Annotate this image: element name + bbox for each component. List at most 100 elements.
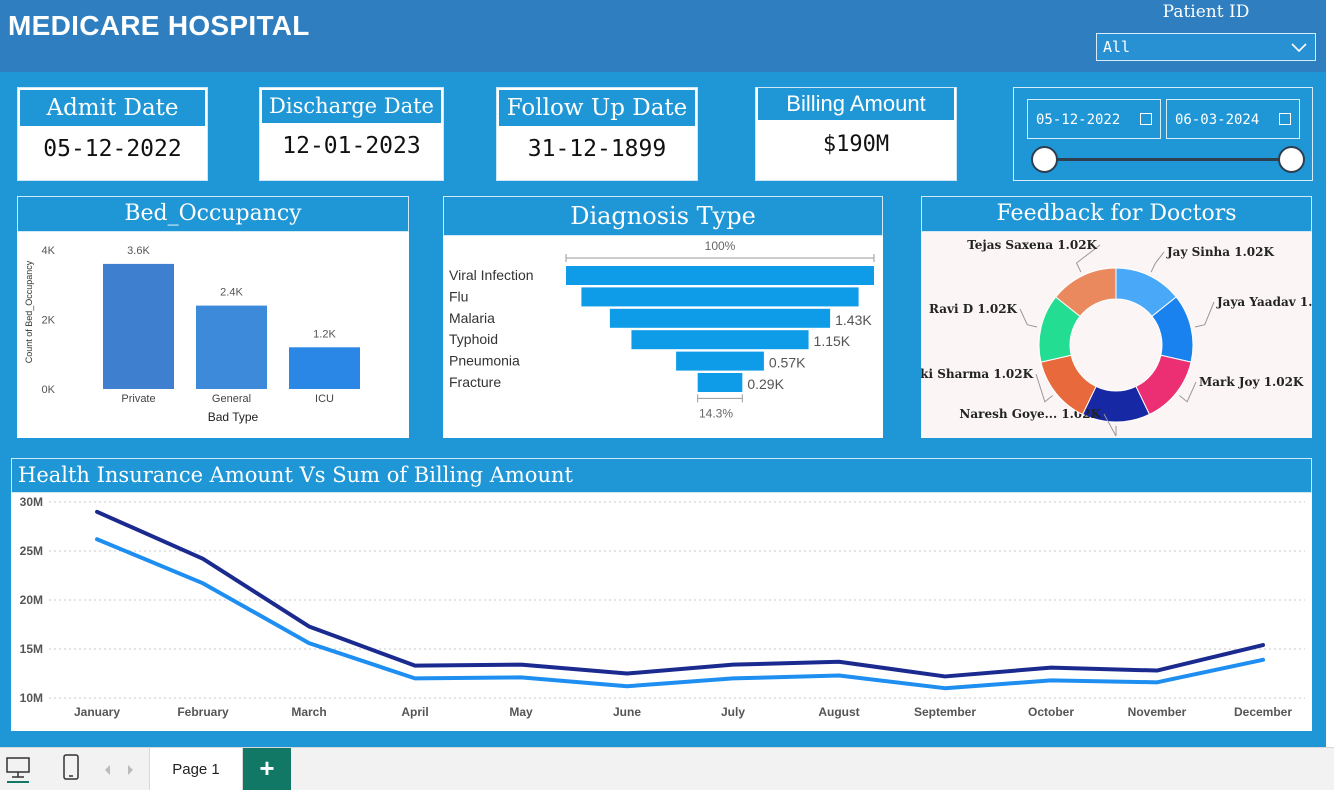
date-slider-start-handle[interactable] (1031, 146, 1058, 173)
x-tick-label: Private (121, 393, 155, 405)
funnel-bar (697, 373, 743, 392)
donut-slice-label: Jay Sinha 1.02K (1166, 245, 1274, 259)
bed-occupancy-panel: Bed_Occupancy 0K 2K 4K Count of Bed_Occupan… (17, 196, 409, 438)
add-page-button[interactable]: + (243, 748, 291, 790)
diagnosis-type-panel: Diagnosis Type 100% Viral Infection Flu Mal… (443, 196, 883, 438)
x-tick-label: January (74, 705, 120, 719)
admit-date-value: 05-12-2022 (43, 136, 182, 162)
previous-page-icon[interactable] (102, 760, 114, 780)
billing-trend-title: Health Insurance Amount Vs Sum of Billin… (11, 458, 1312, 493)
calendar-icon[interactable] (1279, 113, 1291, 125)
start-date-input[interactable]: 05-12-2022 (1027, 99, 1161, 139)
y-tick-label: 30M (20, 495, 43, 509)
y-tick-label: 0K (42, 384, 56, 396)
data-label: 2.4K (220, 287, 243, 299)
donut-slice-label: Ravi D 1.02K (929, 302, 1018, 316)
funnel-data-label: 1.15K (814, 333, 851, 349)
x-tick-label: August (818, 705, 859, 719)
x-tick-label: October (1028, 705, 1074, 719)
follow-up-date-label: Follow Up Date (499, 90, 695, 126)
start-date-value: 05-12-2022 (1036, 112, 1121, 128)
feedback-panel: Feedback for Doctors Jay Sinha 1.02K Jaya… (921, 196, 1312, 438)
funnel-bar (581, 287, 859, 307)
funnel-data-label: 0.29K (747, 376, 784, 392)
feedback-title: Feedback for Doctors (921, 196, 1312, 232)
next-page-icon[interactable] (124, 760, 136, 780)
funnel-category-label: Flu (449, 288, 468, 304)
data-label: 1.2K (313, 328, 336, 340)
y-tick-label: 2K (42, 315, 56, 327)
x-tick-label: September (914, 705, 976, 719)
x-tick-label: General (212, 393, 251, 405)
diagnosis-type-title: Diagnosis Type (443, 196, 883, 236)
billing-amount-card: Billing Amount $190M (755, 87, 957, 181)
x-tick-label: April (401, 705, 428, 719)
x-tick-label: March (291, 705, 326, 719)
funnel-bar (631, 330, 809, 350)
mobile-view-icon[interactable] (61, 753, 81, 783)
funnel-bar (609, 308, 831, 328)
desktop-view-icon[interactable] (3, 754, 33, 784)
x-tick-label: June (613, 705, 641, 719)
funnel-category-label: Viral Infection (449, 267, 534, 283)
funnel-category-label: Typhoid (449, 331, 498, 347)
funnel-top-percent: 100% (705, 239, 736, 253)
x-tick-label: July (721, 705, 745, 719)
donut-leader-line (1194, 301, 1215, 328)
funnel-category-label: Pneumonia (449, 353, 520, 369)
calendar-icon[interactable] (1140, 113, 1152, 125)
discharge-date-value: 12-01-2023 (282, 133, 421, 159)
discharge-date-label: Discharge Date (262, 90, 441, 123)
discharge-date-card: Discharge Date 12-01-2023 (259, 87, 444, 181)
chevron-down-icon[interactable] (1289, 37, 1309, 57)
y-tick-label: 20M (20, 593, 43, 607)
funnel-data-label: 1.43K (835, 312, 872, 328)
donut-slice-label: Niki Sharma 1.02K (921, 367, 1034, 381)
funnel-bar (566, 266, 874, 285)
funnel-category-label: Malaria (449, 310, 495, 326)
funnel-bar (676, 351, 764, 371)
follow-up-date-value: 31-12-1899 (527, 136, 667, 162)
bar (103, 263, 174, 389)
donut-leader-line (1019, 308, 1038, 328)
funnel-data-label: 0.57K (769, 355, 806, 371)
x-tick-label: December (1234, 705, 1292, 719)
data-label: 3.6K (127, 245, 150, 257)
page-navigation-bar: Page 1 + (0, 747, 1334, 790)
series-line (95, 537, 1265, 691)
donut-slice-label: Mark Joy 1.02K (1199, 375, 1304, 389)
y-tick-label: 25M (20, 544, 43, 558)
patient-id-dropdown[interactable]: All (1096, 33, 1316, 61)
y-tick-label: 10M (20, 691, 43, 705)
end-date-input[interactable]: 06-03-2024 (1166, 99, 1300, 139)
y-tick-label: 15M (20, 642, 43, 656)
x-tick-label: May (509, 705, 533, 719)
admit-date-label: Admit Date (20, 90, 205, 126)
feedback-donut-chart: Jay Sinha 1.02K Jaya Yaadav 1.02K Mark Joy… (921, 238, 1312, 437)
y-tick-label: 4K (42, 245, 56, 257)
tab-page-1[interactable]: Page 1 (149, 748, 243, 790)
bed-occupancy-title: Bed_Occupancy (17, 196, 409, 232)
x-tick-label: November (1128, 705, 1187, 719)
patient-id-label: Patient ID (1162, 2, 1250, 22)
admit-date-card: Admit Date 05-12-2022 (17, 87, 208, 181)
diagnosis-funnel-chart: 100% Viral Infection Flu Malaria 1.43K Typhoi… (449, 239, 875, 420)
donut-slice-label: Jaya Yaadav 1.02K (1216, 295, 1312, 309)
y-axis-title: Count of Bed_Occupancy (24, 260, 34, 363)
date-range-slicer: 05-12-2022 06-03-2024 (1013, 87, 1313, 181)
patient-id-value: All (1103, 38, 1131, 56)
date-slider-end-handle[interactable] (1278, 146, 1305, 173)
funnel-category-label: Fracture (449, 374, 501, 390)
date-slider-track[interactable] (1042, 158, 1290, 161)
series-line (95, 509, 1265, 679)
x-axis-title: Bad Type (208, 410, 259, 424)
donut-slice-label: Tejas Saxena 1.02K (967, 238, 1097, 252)
x-tick-label: February (177, 705, 229, 719)
billing-trend-chart: 10M 15M 20M 25M 30M January February March April… (20, 495, 1305, 719)
header-bar: MEDICARE HOSPITAL Patient ID All (0, 0, 1326, 72)
donut-leader-line (1150, 251, 1165, 273)
billing-amount-label: Billing Amount (758, 88, 954, 120)
x-tick-label: ICU (315, 393, 334, 405)
bar (196, 305, 267, 389)
end-date-value: 06-03-2024 (1175, 112, 1260, 128)
